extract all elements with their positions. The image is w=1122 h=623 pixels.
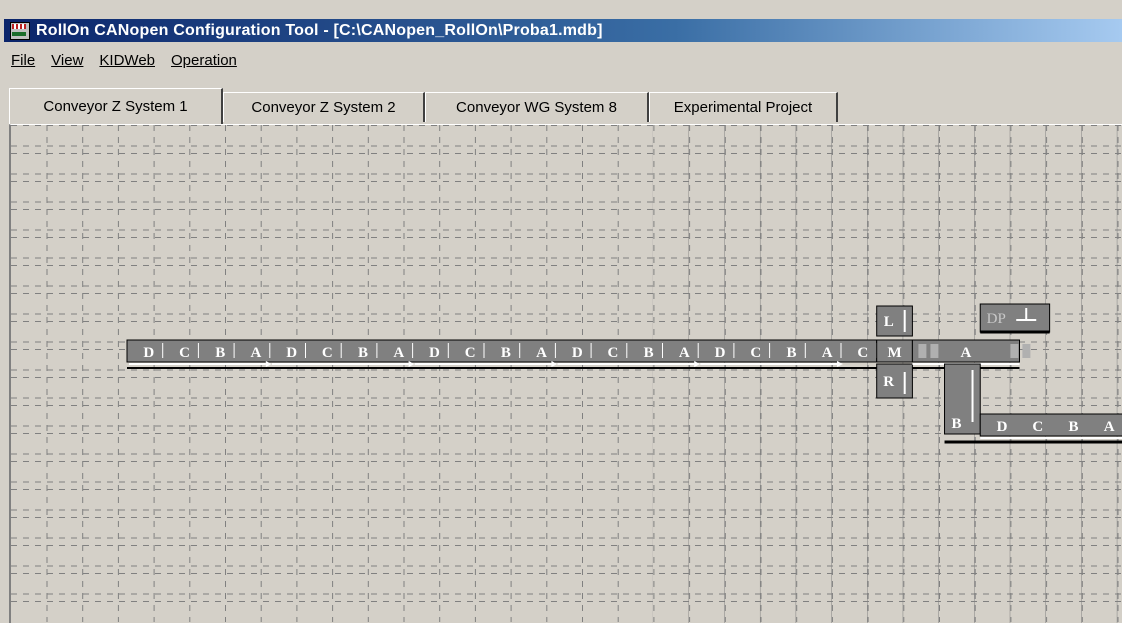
left-junction[interactable] — [876, 305, 913, 337]
segment-label[interactable]: B — [644, 345, 654, 361]
tab-label: Experimental Project — [673, 99, 813, 116]
menu-view-label: View — [51, 51, 84, 69]
tab-label: Conveyor WG System 8 — [456, 99, 617, 116]
menu-view[interactable]: View — [43, 52, 91, 69]
tab-conveyor-z-system-2[interactable]: Conveyor Z System 2 — [223, 92, 425, 122]
segment-label[interactable]: A — [1104, 419, 1115, 435]
segment-label[interactable]: D — [572, 345, 583, 361]
segment-label[interactable]: B — [786, 345, 796, 361]
menu-file-label: File — [11, 51, 36, 69]
segment-label[interactable]: C — [465, 345, 476, 361]
segment-label[interactable]: B — [358, 345, 368, 361]
segment-label[interactable]: D — [286, 345, 297, 361]
segment-label[interactable]: B — [1068, 419, 1078, 435]
menu-operation-label: Operation — [171, 51, 237, 69]
tab-experimental-project[interactable]: Experimental Project — [649, 92, 838, 122]
menu-kidweb[interactable]: KIDWeb — [91, 52, 163, 69]
segment-label[interactable]: A — [251, 345, 262, 361]
title-bar[interactable]: RollOn CANopen Configuration Tool - [C:\… — [4, 19, 1122, 42]
tab-conveyor-wg-system-8[interactable]: Conveyor WG System 8 — [425, 92, 649, 122]
tab-label: Conveyor Z System 2 — [251, 99, 396, 116]
canvas-area[interactable]: D C B A D C B A D C B A D C B A D C B A C M L R A DP B D C B A — [9, 124, 1122, 623]
merge-label[interactable]: M — [887, 345, 901, 361]
roller-block — [1010, 344, 1019, 358]
tab-label: Conveyor Z System 1 — [43, 98, 188, 115]
menu-operation[interactable]: Operation — [163, 52, 245, 69]
app-window: RollOn CANopen Configuration Tool - [C:\… — [0, 0, 1122, 623]
menu-kidweb-label: KIDWeb — [99, 51, 155, 69]
segment-label[interactable]: A — [393, 345, 404, 361]
window-title: RollOn CANopen Configuration Tool - [C:\… — [36, 21, 603, 39]
menu-bar: File View KIDWeb Operation — [4, 44, 1122, 76]
segment-label[interactable]: A — [536, 345, 547, 361]
segment-label[interactable]: D — [429, 345, 440, 361]
roller-block — [930, 344, 939, 358]
conveyor-diagram[interactable]: D C B A D C B A D C B A D C B A D C B A C ML R A DP B D C B A — [11, 125, 1122, 622]
app-icon[interactable] — [10, 21, 30, 40]
branch-label[interactable]: B — [952, 416, 962, 432]
segment-label[interactable]: A — [822, 345, 833, 361]
segment-label[interactable]: A — [679, 345, 690, 361]
roller-block — [918, 344, 927, 358]
left-label[interactable]: L — [884, 314, 894, 330]
tab-strip: Conveyor Z System 1 Conveyor Z System 2 … — [9, 88, 1122, 124]
segment-label[interactable]: C — [179, 345, 190, 361]
segment-label[interactable]: D — [715, 345, 726, 361]
segment-label[interactable]: C — [608, 345, 619, 361]
menu-file[interactable]: File — [4, 52, 43, 69]
segment-label[interactable]: B — [215, 345, 225, 361]
roller-block — [1022, 344, 1031, 358]
branch-conveyor[interactable] — [944, 363, 981, 435]
right-label[interactable]: R — [883, 374, 894, 390]
segment-label[interactable]: C — [750, 345, 761, 361]
segment-label[interactable]: C — [322, 345, 333, 361]
tab-conveyor-z-system-1[interactable]: Conveyor Z System 1 — [9, 88, 223, 124]
after-merge-label[interactable]: A — [961, 345, 972, 361]
segment-label[interactable]: C — [857, 345, 868, 361]
dp-label[interactable]: DP — [987, 311, 1006, 327]
right-junction[interactable] — [876, 363, 913, 399]
segment-label[interactable]: B — [501, 345, 511, 361]
segment-label[interactable]: D — [997, 419, 1008, 435]
segment-label[interactable]: D — [143, 345, 154, 361]
segment-label[interactable]: C — [1032, 419, 1043, 435]
